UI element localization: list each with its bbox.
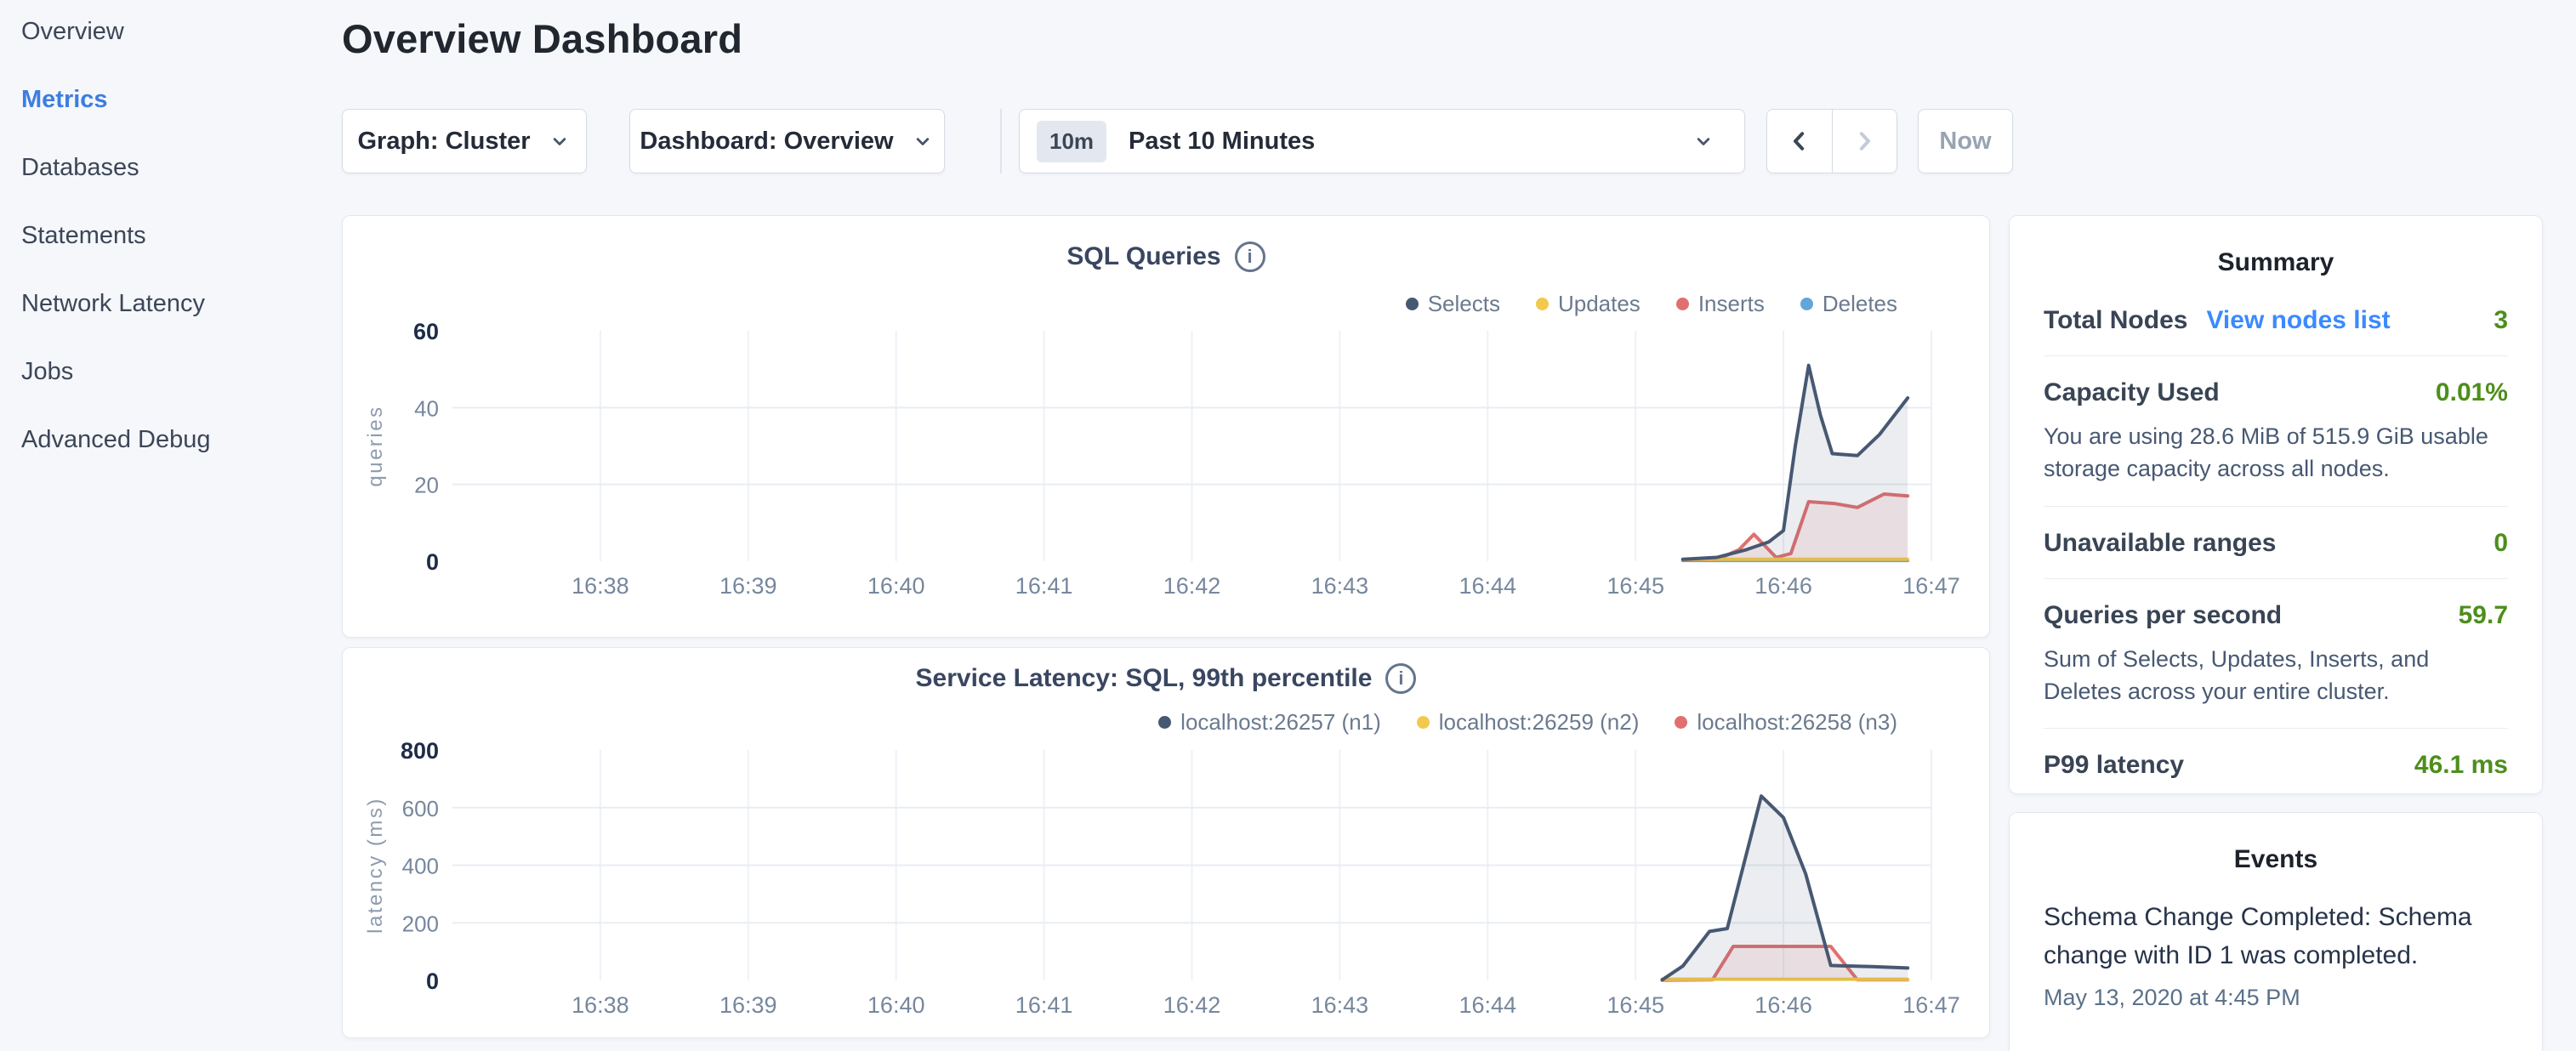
x-tick-label: 16:38 bbox=[571, 573, 629, 599]
x-tick-label: 16:47 bbox=[1902, 992, 1960, 1018]
y-tick-label: 200 bbox=[402, 911, 439, 936]
time-window-badge: 10m bbox=[1037, 121, 1106, 162]
y-tick-label: 0 bbox=[426, 549, 439, 575]
x-tick-label: 16:46 bbox=[1754, 573, 1812, 599]
sql-queries-chart-card: SQL Queries i SelectsUpdatesInsertsDelet… bbox=[342, 215, 1990, 638]
x-tick-label: 16:44 bbox=[1459, 992, 1517, 1018]
chevron-down-icon bbox=[548, 129, 571, 153]
sidebar-item-statements[interactable]: Statements bbox=[21, 202, 319, 270]
sidebar-item-network-latency[interactable]: Network Latency bbox=[21, 270, 319, 338]
summary-label: Queries per second bbox=[2044, 601, 2282, 630]
dashboard-selector-dropdown[interactable]: Dashboard: Overview bbox=[629, 109, 945, 173]
chevron-left-icon bbox=[1787, 128, 1812, 154]
x-tick-label: 16:42 bbox=[1163, 573, 1221, 599]
service-latency-chart-card: Service Latency: SQL, 99th percentile i … bbox=[342, 647, 1990, 1038]
sidebar-item-overview[interactable]: Overview bbox=[21, 0, 319, 65]
chart-plot-area: 16:38 16:39 16:40 16:41 16:42 16:43 16:44 16:45… bbox=[343, 648, 1991, 1039]
x-tick-label: 16:43 bbox=[1311, 573, 1369, 599]
summary-section: P99 latency 46.1 ms bbox=[2044, 728, 2508, 800]
y-tick-label: 600 bbox=[402, 796, 439, 821]
y-tick-label: 0 bbox=[426, 969, 439, 994]
summary-label: P99 latency bbox=[2044, 751, 2184, 780]
x-tick-label: 16:40 bbox=[867, 573, 925, 599]
events-title: Events bbox=[2010, 813, 2542, 874]
chevron-right-icon bbox=[1851, 128, 1877, 154]
sidebar-item-metrics[interactable]: Metrics bbox=[21, 65, 319, 134]
chevron-down-icon bbox=[911, 129, 935, 153]
chevron-down-icon bbox=[1692, 129, 1715, 153]
summary-label: Unavailable ranges bbox=[2044, 529, 2276, 558]
event-message: Schema Change Completed: Schema change w… bbox=[2010, 874, 2542, 974]
x-tick-label: 16:45 bbox=[1606, 573, 1664, 599]
x-tick-label: 16:44 bbox=[1459, 573, 1517, 599]
graph-selector-dropdown[interactable]: Graph: Cluster bbox=[342, 109, 587, 173]
toolbar-divider bbox=[1000, 109, 1002, 173]
sidebar-item-advanced-debug[interactable]: Advanced Debug bbox=[21, 406, 319, 474]
y-axis-label: latency (ms) bbox=[364, 797, 387, 934]
summary-title: Summary bbox=[2010, 216, 2542, 277]
series-area-Selects bbox=[1683, 366, 1908, 561]
summary-value: 46.1 ms bbox=[2414, 751, 2508, 780]
x-tick-label: 16:43 bbox=[1311, 992, 1369, 1018]
metrics-page: OverviewMetricsDatabasesStatementsNetwor… bbox=[0, 0, 2576, 1051]
graph-selector-label: Graph: Cluster bbox=[357, 128, 530, 156]
event-timestamp: May 13, 2020 at 4:45 PM bbox=[2010, 974, 2542, 1011]
dashboard-selector-label: Dashboard: Overview bbox=[640, 128, 893, 156]
x-tick-label: 16:41 bbox=[1015, 573, 1073, 599]
summary-value: 0.01% bbox=[2436, 378, 2508, 407]
page-title: Overview Dashboard bbox=[342, 15, 742, 62]
time-window-selector[interactable]: 10m Past 10 Minutes bbox=[1019, 109, 1745, 173]
summary-value: 59.7 bbox=[2459, 601, 2508, 630]
events-panel: Events Schema Change Completed: Schema c… bbox=[2009, 812, 2543, 1051]
summary-section: Total Nodes View nodes list 3 bbox=[2044, 284, 2508, 355]
view-nodes-list-link[interactable]: View nodes list bbox=[2206, 306, 2390, 335]
summary-section: Unavailable ranges 0 bbox=[2044, 506, 2508, 578]
y-axis-label: queries bbox=[364, 405, 387, 486]
summary-value: 0 bbox=[2494, 529, 2508, 558]
now-button[interactable]: Now bbox=[1918, 109, 2013, 173]
y-tick-label: 40 bbox=[414, 395, 439, 421]
summary-section: Queries per second 59.7 Sum of Selects, Up… bbox=[2044, 578, 2508, 729]
summary-panel: Summary Total Nodes View nodes list 3 Capac… bbox=[2009, 215, 2543, 794]
x-tick-label: 16:39 bbox=[719, 573, 777, 599]
previous-time-window-button[interactable] bbox=[1767, 110, 1832, 173]
y-tick-label: 60 bbox=[413, 319, 439, 344]
x-tick-label: 16:40 bbox=[867, 992, 925, 1018]
summary-description: Sum of Selects, Updates, Inserts, and De… bbox=[2044, 643, 2508, 708]
x-tick-label: 16:46 bbox=[1754, 992, 1812, 1018]
time-window-label: Past 10 Minutes bbox=[1129, 128, 1315, 156]
time-window-step-buttons bbox=[1766, 109, 1897, 173]
x-tick-label: 16:45 bbox=[1606, 992, 1664, 1018]
y-tick-label: 800 bbox=[401, 738, 439, 764]
x-tick-label: 16:47 bbox=[1902, 573, 1960, 599]
summary-description: You are using 28.6 MiB of 515.9 GiB usab… bbox=[2044, 420, 2508, 486]
x-tick-label: 16:42 bbox=[1163, 992, 1221, 1018]
sidebar-nav: OverviewMetricsDatabasesStatementsNetwor… bbox=[21, 0, 319, 474]
sidebar-item-jobs[interactable]: Jobs bbox=[21, 338, 319, 406]
chart-plot-area: 16:38 16:39 16:40 16:41 16:42 16:43 16:44 16:45… bbox=[343, 216, 1991, 639]
x-tick-label: 16:38 bbox=[571, 992, 629, 1018]
sidebar-item-databases[interactable]: Databases bbox=[21, 134, 319, 202]
summary-section: Capacity Used 0.01% You are using 28.6 MiB… bbox=[2044, 355, 2508, 506]
summary-label: Capacity Used bbox=[2044, 378, 2220, 407]
next-time-window-button[interactable] bbox=[1832, 110, 1897, 173]
x-tick-label: 16:41 bbox=[1015, 992, 1073, 1018]
x-tick-label: 16:39 bbox=[719, 992, 777, 1018]
y-tick-label: 20 bbox=[414, 473, 439, 498]
summary-label: Total Nodes bbox=[2044, 306, 2187, 335]
y-grid: 0 20 40 60 bbox=[413, 319, 1931, 575]
summary-value: 3 bbox=[2494, 306, 2508, 335]
summary-body: Total Nodes View nodes list 3 Capacity Used… bbox=[2010, 277, 2542, 800]
y-tick-label: 400 bbox=[402, 854, 439, 879]
